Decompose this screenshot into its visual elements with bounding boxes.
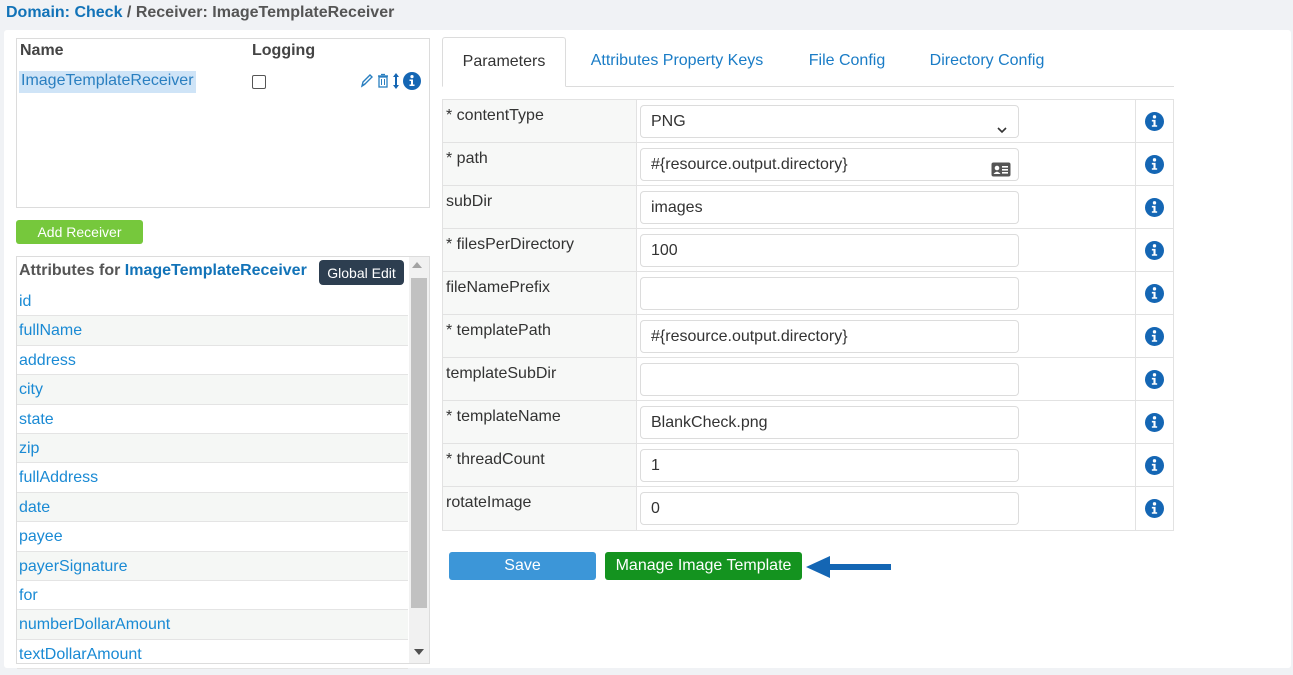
param-value-cell (637, 272, 1136, 314)
receiver-item-name[interactable]: ImageTemplateReceiver (19, 71, 196, 93)
receiver-list (16, 38, 430, 208)
content-type-select[interactable]: PNG (640, 105, 1019, 138)
param-value-cell (637, 358, 1136, 400)
attribute-item[interactable]: state (17, 405, 408, 434)
arrow-left-icon (806, 555, 892, 584)
attribute-item[interactable]: for (17, 581, 408, 611)
attribute-item[interactable]: fullName (17, 316, 408, 346)
info-icon[interactable] (1136, 229, 1173, 271)
scroll-down-arrow-icon[interactable] (414, 649, 424, 655)
param-row-templatepath: * templatePath #{resource.output.directo… (443, 315, 1173, 358)
add-receiver-button[interactable]: Add Receiver (16, 220, 143, 244)
param-row-rotateimage: rotateImage 0 (443, 487, 1173, 530)
attribute-item[interactable]: numberDollarAmount (17, 610, 408, 640)
param-value-cell: images (637, 186, 1136, 228)
info-icon[interactable] (1136, 401, 1173, 443)
info-icon[interactable] (1136, 100, 1173, 142)
rotate-image-input[interactable]: 0 (640, 492, 1019, 525)
edit-icon[interactable] (360, 73, 374, 89)
tab-attributes-property-keys[interactable]: Attributes Property Keys (577, 37, 777, 87)
logging-checkbox[interactable] (252, 75, 266, 89)
info-icon[interactable] (1136, 315, 1173, 357)
param-label: * threadCount (443, 444, 637, 486)
path-value: #{resource.output.directory} (651, 156, 848, 173)
attribute-list: id fullName address city state zip fullA… (17, 287, 408, 670)
param-value-cell: #{resource.output.directory} (637, 143, 1136, 185)
param-label: * templateName (443, 401, 637, 443)
info-icon[interactable] (1136, 444, 1173, 486)
param-row-templatename: * templateName BlankCheck.png (443, 401, 1173, 444)
param-label: * templatePath (443, 315, 637, 357)
param-label: rotateImage (443, 487, 637, 530)
parameters-table: * contentType PNG * path #{resource.outp… (442, 99, 1174, 531)
template-path-input[interactable]: #{resource.output.directory} (640, 320, 1019, 353)
attribute-item[interactable]: address (17, 346, 408, 376)
column-header-name: Name (20, 42, 64, 59)
attribute-item[interactable]: payee (17, 522, 408, 552)
attribute-item[interactable]: date (17, 492, 408, 523)
content-type-selected: PNG (651, 113, 686, 130)
breadcrumb-domain-link[interactable]: Domain: Check (6, 4, 122, 21)
id-card-icon[interactable] (991, 157, 1011, 188)
param-label: templateSubDir (443, 358, 637, 400)
thread-count-input[interactable]: 1 (640, 449, 1019, 482)
info-icon[interactable] (1136, 358, 1173, 400)
param-row-filenameprefix: fileNamePrefix (443, 272, 1173, 315)
receiver-actions (360, 72, 421, 90)
trash-icon[interactable] (377, 73, 389, 89)
param-label: * path (443, 143, 637, 185)
attribute-item[interactable]: textDollarAmount (17, 640, 408, 670)
scroll-up-arrow-icon[interactable] (412, 262, 422, 268)
tab-parameters[interactable]: Parameters (442, 37, 566, 87)
attribute-item[interactable]: id (17, 287, 408, 317)
attributes-title-receiver: ImageTemplateReceiver (124, 262, 307, 279)
param-value-cell: PNG (637, 100, 1136, 142)
tab-file-config[interactable]: File Config (797, 37, 897, 87)
attributes-scroll-thumb[interactable] (411, 278, 427, 608)
attributes-title: Attributes for ImageTemplateReceiver (19, 262, 307, 280)
info-icon[interactable] (1136, 143, 1173, 185)
breadcrumb-separator: / (122, 4, 136, 21)
param-row-contenttype: * contentType PNG (443, 100, 1173, 143)
param-row-subdir: subDir images (443, 186, 1173, 229)
param-row-path: * path #{resource.output.directory} (443, 143, 1173, 186)
info-icon[interactable] (403, 72, 421, 90)
global-edit-button[interactable]: Global Edit (319, 260, 404, 285)
info-icon[interactable] (1136, 186, 1173, 228)
param-value-cell: 100 (637, 229, 1136, 271)
tab-directory-config[interactable]: Directory Config (917, 37, 1057, 87)
template-name-input[interactable]: BlankCheck.png (640, 406, 1019, 439)
param-value-cell: 1 (637, 444, 1136, 486)
subdir-input[interactable]: images (640, 191, 1019, 224)
param-row-filesperdirectory: * filesPerDirectory 100 (443, 229, 1173, 272)
path-input[interactable]: #{resource.output.directory} (640, 148, 1019, 181)
param-label: subDir (443, 186, 637, 228)
info-icon[interactable] (1136, 272, 1173, 314)
file-name-prefix-input[interactable] (640, 277, 1019, 310)
save-button[interactable]: Save (449, 552, 596, 580)
manage-image-template-button[interactable]: Manage Image Template (605, 552, 802, 580)
param-row-templatesubdir: templateSubDir (443, 358, 1173, 401)
attribute-item[interactable]: fullAddress (17, 463, 408, 493)
attribute-item[interactable]: payerSignature (17, 551, 408, 581)
param-label: fileNamePrefix (443, 272, 637, 314)
sort-icon[interactable] (392, 72, 400, 90)
template-subdir-input[interactable] (640, 363, 1019, 396)
param-value-cell: 0 (637, 487, 1136, 530)
breadcrumb-receiver: Receiver: ImageTemplateReceiver (135, 4, 395, 21)
param-value-cell: #{resource.output.directory} (637, 315, 1136, 357)
attribute-item[interactable]: zip (17, 433, 408, 464)
param-value-cell: BlankCheck.png (637, 401, 1136, 443)
attributes-title-prefix: Attributes for (19, 262, 125, 279)
breadcrumb: Domain: Check / Receiver: ImageTemplateR… (6, 4, 394, 22)
files-per-directory-input[interactable]: 100 (640, 234, 1019, 267)
param-row-threadcount: * threadCount 1 (443, 444, 1173, 487)
attribute-item[interactable]: city (17, 375, 408, 405)
info-icon[interactable] (1136, 487, 1173, 530)
param-label: * filesPerDirectory (443, 229, 637, 271)
column-header-logging: Logging (252, 42, 316, 59)
param-label: * contentType (443, 100, 637, 142)
